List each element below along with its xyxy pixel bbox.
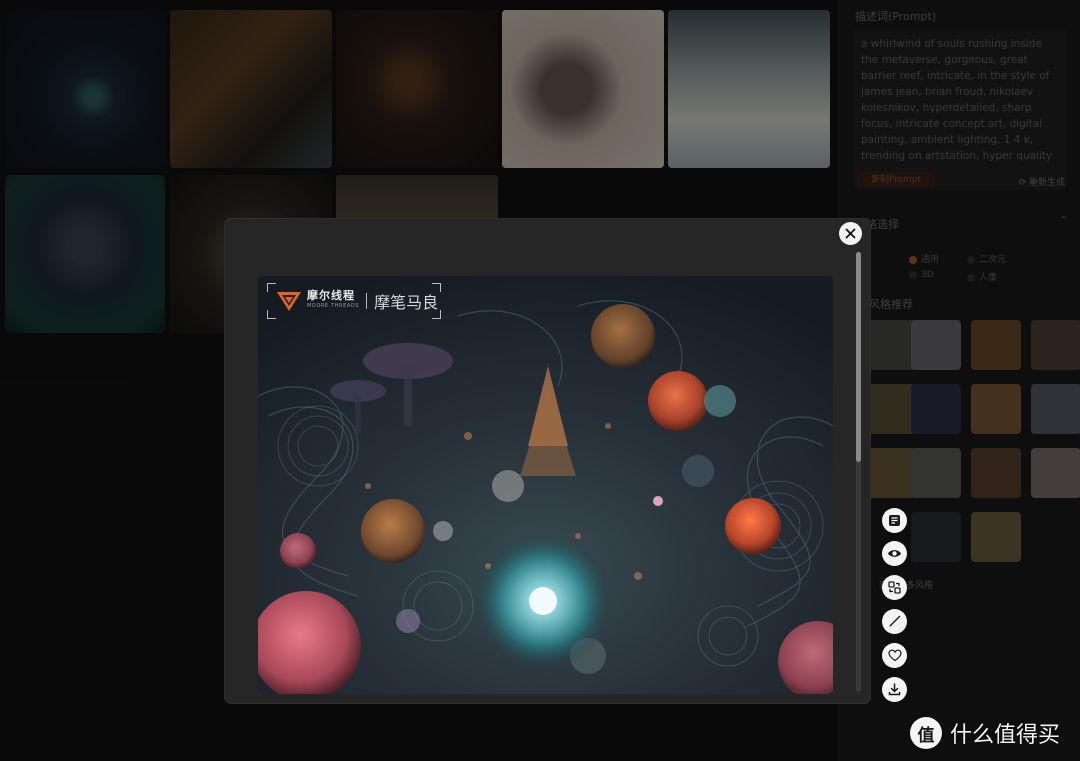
watermark-product: 摩笔马良 bbox=[374, 293, 439, 312]
favorite-button[interactable] bbox=[882, 643, 907, 668]
download-button[interactable] bbox=[882, 677, 907, 702]
view-button[interactable] bbox=[882, 541, 907, 566]
variation-button[interactable] bbox=[882, 575, 907, 600]
preview-image bbox=[258, 276, 833, 694]
watermark-brand-en: MOORE THREADS bbox=[307, 303, 360, 309]
image-variation-icon bbox=[888, 581, 901, 594]
download-icon bbox=[888, 683, 901, 696]
smzdm-brand-text: 什么值得买 bbox=[950, 723, 1061, 748]
watermark-brand: 摩尔线程 bbox=[307, 289, 355, 302]
prompt-icon bbox=[889, 515, 900, 526]
smzdm-watermark: 值 什么值得买 bbox=[910, 716, 1060, 750]
brush-icon bbox=[889, 615, 901, 627]
smzdm-logo-char: 值 bbox=[917, 725, 935, 746]
eye-icon bbox=[888, 550, 901, 557]
close-button[interactable] bbox=[839, 222, 862, 245]
frame-corner bbox=[432, 283, 441, 292]
prompt-button[interactable] bbox=[882, 508, 907, 533]
heart-icon bbox=[887, 649, 902, 662]
close-icon bbox=[845, 228, 856, 239]
fantasy-reef-artwork bbox=[258, 276, 833, 694]
scrollbar-thumb[interactable] bbox=[856, 252, 861, 462]
frame-corner bbox=[432, 310, 441, 319]
watermark: 摩尔线程 MOORE THREADS 摩笔马良 bbox=[267, 283, 441, 319]
moore-threads-logo-icon bbox=[277, 292, 301, 311]
edit-button[interactable] bbox=[882, 609, 907, 634]
watermark-divider bbox=[366, 293, 368, 309]
frame-corner bbox=[267, 283, 276, 292]
smzdm-logo-icon: 值 bbox=[910, 717, 942, 749]
frame-corner bbox=[267, 310, 276, 319]
